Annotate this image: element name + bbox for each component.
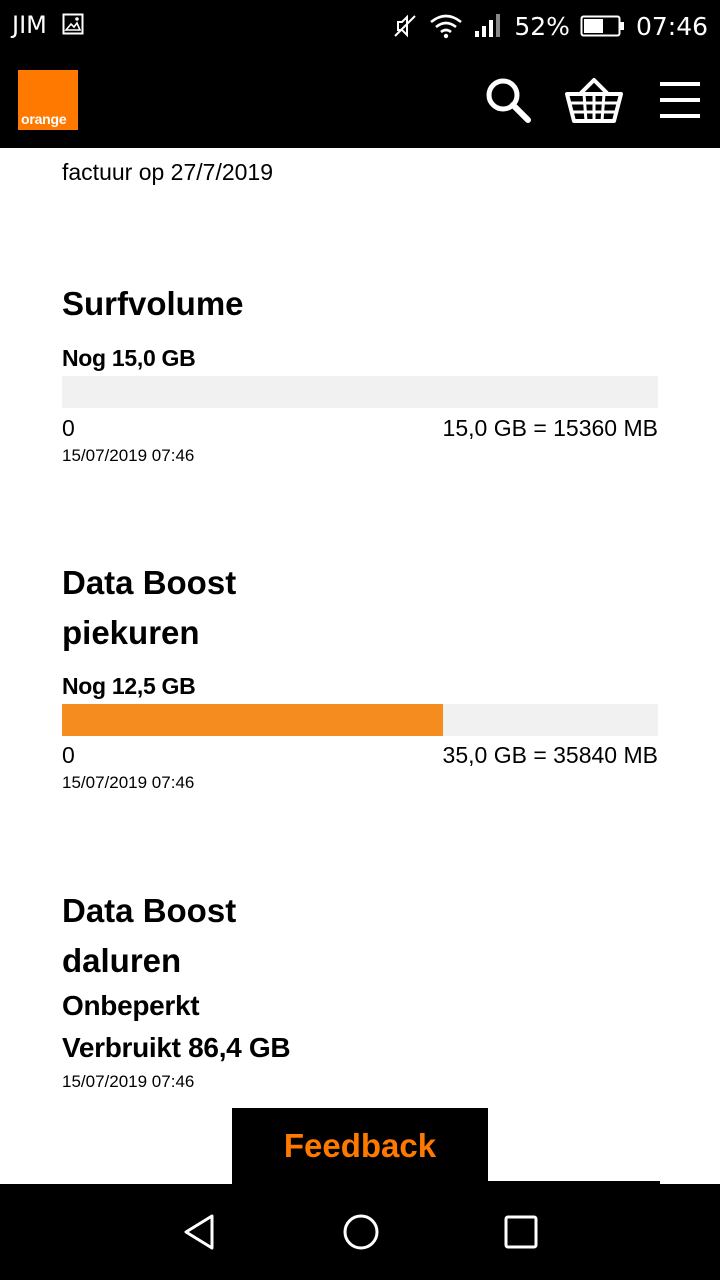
- piekuren-remaining: Nog 12,5 GB: [62, 673, 196, 699]
- daluren-status: Onbeperkt: [62, 990, 200, 1021]
- wifi-icon: [428, 13, 464, 39]
- billing-note: factuur op 27/7/2019: [62, 159, 273, 185]
- signal-icon: [474, 13, 504, 39]
- back-icon[interactable]: [170, 1204, 230, 1260]
- piekuren-timestamp: 15/07/2019 07:46: [62, 773, 195, 792]
- surfvolume-timestamp: 15/07/2019 07:46: [62, 446, 195, 465]
- system-nav-bar: [0, 1184, 720, 1280]
- status-bar: JIM 52% 07:46: [0, 0, 720, 52]
- search-icon[interactable]: [478, 72, 538, 128]
- surfvolume-scale-min: 0: [62, 415, 75, 441]
- piekuren-scale-min: 0: [62, 742, 75, 768]
- orange-logo[interactable]: orange: [18, 70, 78, 130]
- surfvolume-title: Surfvolume: [62, 285, 244, 322]
- daluren-timestamp: 15/07/2019 07:46: [62, 1072, 195, 1091]
- basket-icon[interactable]: [564, 72, 624, 128]
- recents-icon[interactable]: [491, 1204, 551, 1260]
- daluren-used: Verbruikt 86,4 GB: [62, 1032, 291, 1063]
- piekuren-progress-fill: [62, 704, 444, 736]
- home-icon[interactable]: [331, 1204, 391, 1260]
- logo-text: orange: [21, 111, 67, 127]
- menu-icon[interactable]: [650, 72, 710, 128]
- battery-icon: [580, 13, 626, 39]
- app-header: orange: [0, 52, 720, 148]
- daluren-title-line2: daluren: [62, 942, 182, 979]
- carrier-label: JIM: [12, 11, 47, 39]
- surfvolume-progress-bar: [62, 376, 658, 408]
- piekuren-progress-bar: [62, 704, 658, 736]
- surfvolume-scale-max: 15,0 GB = 15360 MB: [442, 415, 658, 441]
- battery-percent: 52%: [514, 11, 570, 41]
- mute-icon: [392, 13, 418, 39]
- daluren-title-line1: Data Boost: [62, 892, 237, 929]
- piekuren-title-line1: Data Boost: [62, 564, 237, 601]
- photo-notification-icon: [62, 13, 84, 39]
- clock: 07:46: [635, 11, 708, 41]
- piekuren-scale-max: 35,0 GB = 35840 MB: [442, 742, 658, 768]
- piekuren-title-line2: piekuren: [62, 614, 200, 651]
- feedback-button[interactable]: Feedback: [232, 1108, 488, 1184]
- surfvolume-remaining: Nog 15,0 GB: [62, 345, 196, 371]
